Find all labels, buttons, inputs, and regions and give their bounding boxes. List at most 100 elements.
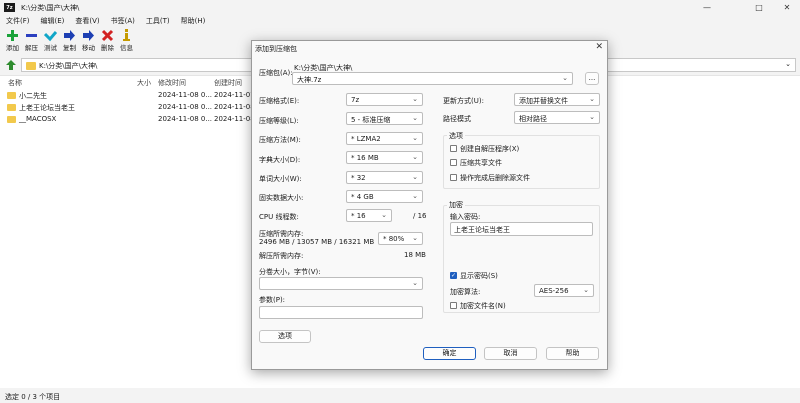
file-name: 小二先生 <box>19 92 47 100</box>
level-label: 压缩等级(L): <box>259 117 299 125</box>
chevron-down-icon: ⌄ <box>562 74 568 82</box>
archive-name-combo[interactable]: 大神.7z ⌄ <box>292 72 573 85</box>
copy-button[interactable]: 复制 <box>60 28 79 55</box>
minimize-icon[interactable]: — <box>694 0 720 15</box>
dict-select[interactable]: * 16 MB ⌄ <box>346 151 423 164</box>
extract-button[interactable]: 解压 <box>22 28 41 55</box>
menu-file[interactable]: 文件(F) <box>0 16 35 26</box>
update-select[interactable]: 添加并替换文件 ⌄ <box>514 93 600 106</box>
level-select[interactable]: 5 - 标准压缩 ⌄ <box>346 112 423 125</box>
close-icon[interactable]: ✕ <box>595 42 603 52</box>
format-value: 7z <box>351 96 360 104</box>
file-name: 上老王论坛当老王 <box>19 104 75 112</box>
solid-value: * 4 GB <box>351 193 374 201</box>
delete-after-label: 操作完成后删除源文件 <box>460 174 530 182</box>
format-label: 压缩格式(E): <box>259 97 300 105</box>
column-size[interactable]: 大小 <box>137 78 151 88</box>
help-button[interactable]: 帮助 <box>546 347 599 360</box>
column-modified[interactable]: 修改时间 <box>158 78 186 88</box>
delete-button[interactable]: 删除 <box>98 28 117 55</box>
window-title: K:\分类\国产\大神\ <box>21 3 80 12</box>
test-button[interactable]: 测试 <box>41 28 60 55</box>
file-modified: 2024-11-08 0... <box>158 115 213 123</box>
delete-after-checkbox[interactable] <box>450 174 457 181</box>
mem-percent-select[interactable]: * 80% ⌄ <box>378 232 423 245</box>
split-combo[interactable]: ⌄ <box>259 277 423 290</box>
up-arrow-icon <box>5 60 16 70</box>
pathmode-label: 路径模式 <box>443 115 471 123</box>
menu-view[interactable]: 查看(V) <box>69 16 104 26</box>
chevron-down-icon: ⌄ <box>381 211 387 219</box>
info-icon <box>120 28 133 43</box>
folder-icon <box>26 62 36 70</box>
status-text: 选定 0 / 3 个项目 <box>5 393 61 401</box>
move-arrow-icon <box>82 28 95 43</box>
sfx-label: 创建自解压程序(X) <box>460 145 520 153</box>
file-created: 2024-11-07 <box>214 91 255 99</box>
update-value: 添加并替换文件 <box>519 97 568 105</box>
encrypt-names-checkbox[interactable] <box>450 302 457 309</box>
menu-bar: 文件(F) 编辑(E) 查看(V) 书签(A) 工具(T) 帮助(H) <box>0 15 800 27</box>
add-to-archive-dialog: 添加到压缩包 ✕ 压缩包(A): K:\分类\国产\大神\ 大神.7z ⌄ ..… <box>251 40 608 370</box>
method-select[interactable]: * LZMA2 ⌄ <box>346 132 423 145</box>
enc-method-select[interactable]: AES-256 ⌄ <box>534 284 594 297</box>
info-button[interactable]: 信息 <box>117 28 136 55</box>
copy-label: 复制 <box>63 44 76 52</box>
cpu-select[interactable]: * 16 ⌄ <box>346 209 392 222</box>
up-folder-button[interactable] <box>5 59 16 71</box>
ok-button[interactable]: 确定 <box>423 347 476 360</box>
chevron-down-icon: ⌄ <box>412 192 418 200</box>
minus-icon <box>25 28 38 43</box>
shared-checkbox[interactable] <box>450 159 457 166</box>
level-value: 5 - 标准压缩 <box>351 116 391 124</box>
browse-button[interactable]: ... <box>585 72 599 85</box>
folder-icon <box>7 92 16 99</box>
show-password-checkbox[interactable]: ✓ <box>450 272 457 279</box>
move-button[interactable]: 移动 <box>79 28 98 55</box>
cpu-value: * 16 <box>351 212 366 220</box>
format-select[interactable]: 7z ⌄ <box>346 93 423 106</box>
cpu-label: CPU 线程数: <box>259 213 299 221</box>
chevron-down-icon: ⌄ <box>412 114 418 122</box>
chevron-down-icon: ⌄ <box>412 234 418 242</box>
file-modified: 2024-11-08 0... <box>158 91 213 99</box>
encrypt-names-label: 加密文件名(N) <box>460 302 506 310</box>
menu-bookmarks[interactable]: 书签(A) <box>105 16 140 26</box>
extract-label: 解压 <box>25 44 38 52</box>
solid-select[interactable]: * 4 GB ⌄ <box>346 190 423 203</box>
sfx-checkbox[interactable] <box>450 145 457 152</box>
decomp-label: 解压所需内存: <box>259 252 304 260</box>
status-bar: 选定 0 / 3 个项目 <box>0 390 800 403</box>
show-password-label: 显示密码(S) <box>460 272 498 280</box>
password-label: 输入密码: <box>450 213 481 221</box>
options-button[interactable]: 选项 <box>259 330 311 343</box>
options-group-title: 选项 <box>447 131 465 141</box>
word-label: 单词大小(W): <box>259 175 302 183</box>
pathmode-value: 相对路径 <box>519 115 547 123</box>
menu-help[interactable]: 帮助(H) <box>175 16 211 26</box>
folder-icon <box>7 116 16 123</box>
update-label: 更新方式(U): <box>443 97 484 105</box>
add-button[interactable]: 添加 <box>3 28 22 55</box>
chevron-down-icon[interactable]: ⌄ <box>785 60 791 68</box>
close-window-icon[interactable]: ✕ <box>774 0 800 15</box>
solid-label: 固实数据大小: <box>259 194 304 202</box>
password-input[interactable]: 上老王论坛当老王 <box>450 222 593 236</box>
params-input[interactable] <box>259 306 423 319</box>
split-label: 分卷大小，字节(V): <box>259 268 321 276</box>
column-name[interactable]: 名称 <box>8 78 22 88</box>
app-7zip-icon: 7z <box>4 3 15 12</box>
column-created[interactable]: 创建时间 <box>214 78 242 88</box>
cancel-button[interactable]: 取消 <box>484 347 537 360</box>
copy-arrow-icon <box>63 28 76 43</box>
word-select[interactable]: * 32 ⌄ <box>346 171 423 184</box>
menu-edit[interactable]: 编辑(E) <box>35 16 70 26</box>
delete-x-icon <box>101 28 114 43</box>
mem-percent-value: * 80% <box>383 235 405 243</box>
maximize-icon[interactable]: □ <box>746 0 772 15</box>
move-label: 移动 <box>82 44 95 52</box>
menu-tools[interactable]: 工具(T) <box>140 16 175 26</box>
title-bar: 7z K:\分类\国产\大神\ — □ ✕ <box>0 0 800 15</box>
chevron-down-icon: ⌄ <box>412 95 418 103</box>
pathmode-select[interactable]: 相对路径 ⌄ <box>514 111 600 124</box>
